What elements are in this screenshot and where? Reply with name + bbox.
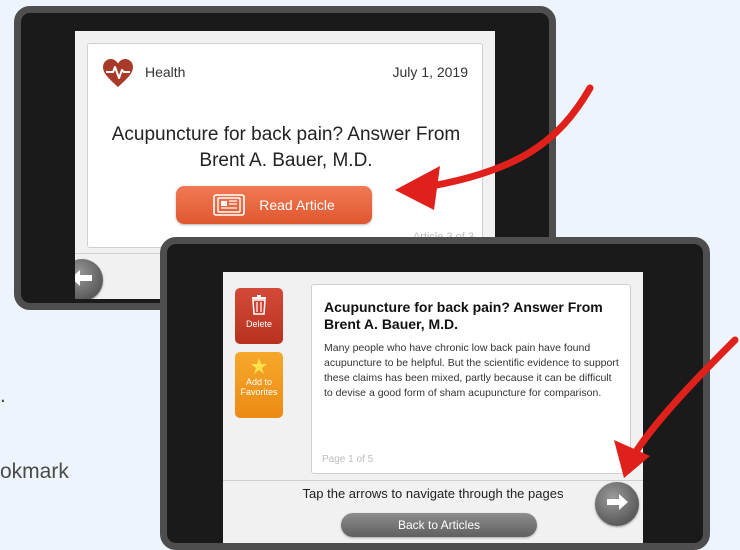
navigation-instruction: Tap the arrows to navigate through the p…: [302, 486, 564, 501]
arrow-left-icon: [75, 269, 93, 292]
arrow-right-icon: [606, 493, 628, 516]
heart-pulse-icon: [102, 58, 134, 88]
reader-article-card: Acupuncture for back pain? Answer From B…: [311, 284, 631, 474]
article-card: Health July 1, 2019 Acupuncture for back…: [87, 43, 483, 248]
page-indicator: Page 1 of 5: [322, 454, 374, 465]
category-label: Health: [145, 64, 186, 80]
back-to-articles-label: Back to Articles: [397, 518, 481, 532]
star-icon: [251, 358, 267, 374]
reader-article-body: Many people who have chronic low back pa…: [324, 342, 619, 399]
delete-label: Delete: [245, 319, 272, 329]
article-title: Acupuncture for back pain? Answer From B…: [111, 124, 461, 171]
back-to-articles-button[interactable]: Back to Articles: [341, 513, 537, 537]
read-article-label: Read Article: [259, 197, 335, 213]
newspaper-icon: [213, 194, 246, 216]
background-text-bookmark: okmark: [0, 460, 69, 483]
reader-article-title: Acupuncture for back pain? Answer From B…: [324, 299, 603, 332]
previous-button[interactable]: [75, 259, 103, 299]
add-to-favorites-button[interactable]: Add to Favorites: [235, 352, 283, 418]
favorites-label: Add to Favorites: [240, 377, 278, 397]
background-text-period: .: [0, 384, 6, 407]
reader-bottom-bar: [223, 480, 643, 481]
reader-device: Delete Add to Favorites Acupuncture for …: [160, 237, 710, 550]
next-page-button[interactable]: [595, 482, 639, 526]
trash-icon: [251, 295, 267, 315]
read-article-button[interactable]: Read Article: [176, 186, 372, 224]
article-date: July 1, 2019: [392, 64, 469, 80]
reader-screen: Delete Add to Favorites Acupuncture for …: [223, 272, 643, 543]
delete-button[interactable]: Delete: [235, 288, 283, 344]
